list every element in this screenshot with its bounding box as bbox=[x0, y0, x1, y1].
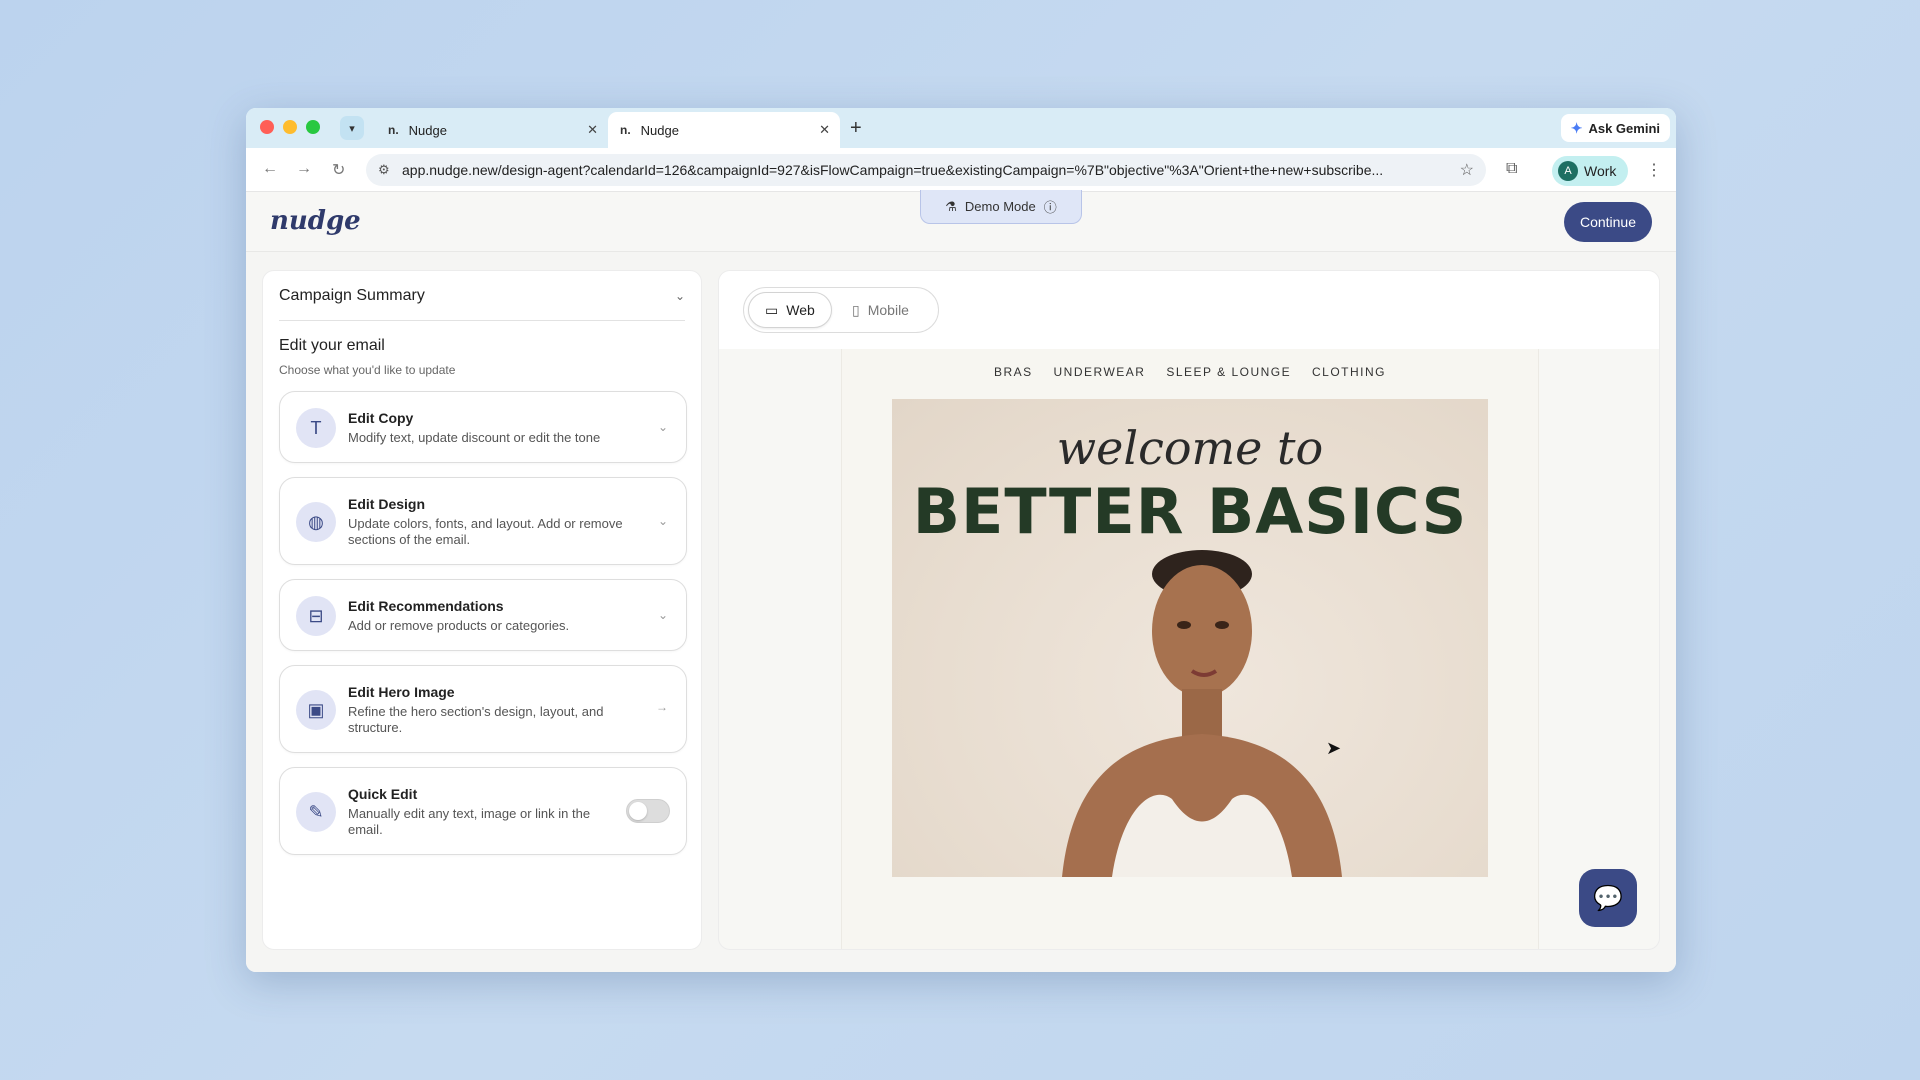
preview-panel: ▭ Web ▯ Mobile BRAS UNDERWEAR SLEEP & LO… bbox=[718, 270, 1660, 950]
phone-icon: ▯ bbox=[852, 301, 860, 318]
continue-button[interactable]: Continue bbox=[1563, 202, 1652, 242]
image-icon: ▣ bbox=[296, 690, 336, 730]
bookmark-star-icon[interactable]: ☆ bbox=[1460, 160, 1474, 180]
maximize-window-button[interactable] bbox=[306, 120, 320, 134]
mouse-cursor-icon: ➤ bbox=[1326, 738, 1342, 758]
ask-gemini-label: Ask Gemini bbox=[1588, 120, 1660, 136]
back-arrow-icon[interactable]: ← bbox=[262, 160, 278, 178]
view-toggle: ▭ Web ▯ Mobile bbox=[743, 287, 939, 333]
card-description: Modify text, update discount or edit the… bbox=[348, 430, 601, 445]
card-title: Edit Recommendations bbox=[348, 598, 504, 614]
tab-nudge-1[interactable]: n. Nudge ✕ bbox=[376, 112, 608, 148]
chevron-down-icon: ▾ bbox=[349, 122, 355, 135]
gemini-sparkle-icon: ✦ bbox=[1570, 119, 1583, 136]
toggle-knob bbox=[629, 802, 647, 820]
chevron-down-icon[interactable]: ⌄ bbox=[675, 289, 685, 303]
edit-panel: Campaign Summary ⌄ Edit your email Choos… bbox=[262, 270, 702, 950]
close-tab-icon[interactable]: ✕ bbox=[819, 122, 830, 138]
nudge-favicon-icon: n. bbox=[388, 123, 399, 137]
tab-title: Nudge bbox=[408, 122, 447, 138]
web-view-button[interactable]: ▭ Web bbox=[748, 292, 832, 328]
model-photo bbox=[1062, 550, 1342, 877]
chat-assistant-button[interactable]: 💬 bbox=[1579, 869, 1637, 927]
arrow-right-icon[interactable]: → bbox=[656, 700, 668, 714]
web-label: Web bbox=[786, 302, 815, 318]
tab-title: Nudge bbox=[640, 122, 679, 138]
email-nav-item[interactable]: CLOTHING bbox=[1312, 365, 1386, 379]
card-description: Add or remove products or categories. bbox=[348, 618, 570, 633]
monitor-icon: ▭ bbox=[765, 301, 779, 318]
email-nav: BRAS UNDERWEAR SLEEP & LOUNGE CLOTHING bbox=[842, 365, 1538, 379]
avatar: A bbox=[1558, 161, 1578, 181]
email-preview: BRAS UNDERWEAR SLEEP & LOUNGE CLOTHING w… bbox=[841, 349, 1539, 949]
chevron-down-icon[interactable]: ⌄ bbox=[658, 420, 668, 434]
card-description: Refine the hero section's design, layout… bbox=[348, 704, 604, 735]
grid-icon: ⊟ bbox=[296, 596, 336, 636]
card-title: Edit Hero Image bbox=[348, 684, 455, 700]
quick-edit-card[interactable]: ✎ Quick Edit Manually edit any text, ima… bbox=[279, 767, 687, 855]
close-tab-icon[interactable]: ✕ bbox=[587, 122, 598, 138]
browser-menu-icon[interactable]: ⋮ bbox=[1646, 160, 1662, 180]
reload-icon[interactable]: ↻ bbox=[332, 160, 345, 180]
text-icon: T bbox=[296, 408, 336, 448]
hero-image[interactable]: welcome to BETTER BASICS bbox=[892, 399, 1488, 877]
app-header: nudge ⚗ Demo Mode ⓘ Continue bbox=[246, 190, 1676, 252]
extensions-icon[interactable]: ⧉ bbox=[1506, 160, 1517, 178]
profile-button[interactable]: A Work bbox=[1552, 156, 1629, 186]
card-description: Manually edit any text, image or link in… bbox=[348, 806, 591, 837]
browser-window: ▾ n. Nudge ✕ n. Nudge ✕ + ✦ Ask Gemini ←… bbox=[246, 108, 1676, 972]
nudge-logo[interactable]: nudge bbox=[270, 206, 361, 236]
info-icon[interactable]: ⓘ bbox=[1044, 197, 1057, 216]
chat-bubble-icon: 💬 bbox=[1593, 884, 1623, 912]
email-nav-item[interactable]: BRAS bbox=[994, 365, 1033, 379]
address-bar-row: ← → ↻ ⚙ app.nudge.new/design-agent?calen… bbox=[246, 148, 1676, 192]
campaign-summary-title: Campaign Summary bbox=[279, 286, 425, 304]
edit-email-subtitle: Choose what you'd like to update bbox=[279, 363, 456, 377]
tab-search-button[interactable]: ▾ bbox=[340, 116, 364, 140]
url-bar[interactable]: ⚙ app.nudge.new/design-agent?calendarId=… bbox=[366, 154, 1486, 186]
card-description: Update colors, fonts, and layout. Add or… bbox=[348, 516, 623, 547]
forward-arrow-icon[interactable]: → bbox=[296, 160, 312, 178]
site-settings-icon[interactable]: ⚙ bbox=[378, 162, 390, 178]
mobile-view-button[interactable]: ▯ Mobile bbox=[836, 292, 925, 328]
tab-strip: ▾ n. Nudge ✕ n. Nudge ✕ + ✦ Ask Gemini bbox=[246, 108, 1676, 148]
new-tab-button[interactable]: + bbox=[850, 116, 862, 140]
minimize-window-button[interactable] bbox=[283, 120, 297, 134]
card-title: Quick Edit bbox=[348, 786, 418, 802]
flask-icon: ⚗ bbox=[945, 198, 957, 214]
edit-recommendations-card[interactable]: ⊟ Edit Recommendations Add or remove pro… bbox=[279, 579, 687, 651]
card-title: Edit Design bbox=[348, 496, 426, 512]
card-title: Edit Copy bbox=[348, 410, 414, 426]
quick-edit-toggle[interactable] bbox=[626, 799, 670, 823]
edit-email-title: Edit your email bbox=[279, 337, 385, 354]
profile-label: Work bbox=[1584, 163, 1617, 179]
tab-nudge-2[interactable]: n. Nudge ✕ bbox=[608, 112, 840, 148]
window-controls bbox=[260, 120, 320, 134]
chevron-down-icon[interactable]: ⌄ bbox=[658, 514, 668, 528]
ask-gemini-button[interactable]: ✦ Ask Gemini bbox=[1560, 114, 1670, 142]
mobile-label: Mobile bbox=[867, 302, 909, 318]
edit-hero-image-card[interactable]: ▣ Edit Hero Image Refine the hero sectio… bbox=[279, 665, 687, 753]
view-toggle-bar: ▭ Web ▯ Mobile bbox=[719, 271, 1659, 349]
chevron-down-icon[interactable]: ⌄ bbox=[658, 608, 668, 622]
campaign-summary-header[interactable]: Campaign Summary ⌄ bbox=[279, 271, 685, 321]
url-text[interactable]: app.nudge.new/design-agent?calendarId=12… bbox=[402, 162, 1442, 178]
demo-mode-label: Demo Mode bbox=[964, 199, 1036, 214]
palette-icon: ◍ bbox=[296, 502, 336, 542]
edit-copy-card[interactable]: T Edit Copy Modify text, update discount… bbox=[279, 391, 687, 463]
edit-design-card[interactable]: ◍ Edit Design Update colors, fonts, and … bbox=[279, 477, 687, 565]
pencil-icon: ✎ bbox=[296, 792, 336, 832]
app-area: nudge ⚗ Demo Mode ⓘ Continue Campaign Su… bbox=[246, 190, 1676, 972]
demo-mode-badge: ⚗ Demo Mode ⓘ bbox=[920, 190, 1082, 224]
email-nav-item[interactable]: SLEEP & LOUNGE bbox=[1166, 365, 1291, 379]
email-nav-item[interactable]: UNDERWEAR bbox=[1054, 365, 1146, 379]
nudge-favicon-icon: n. bbox=[620, 123, 631, 137]
close-window-button[interactable] bbox=[260, 120, 274, 134]
